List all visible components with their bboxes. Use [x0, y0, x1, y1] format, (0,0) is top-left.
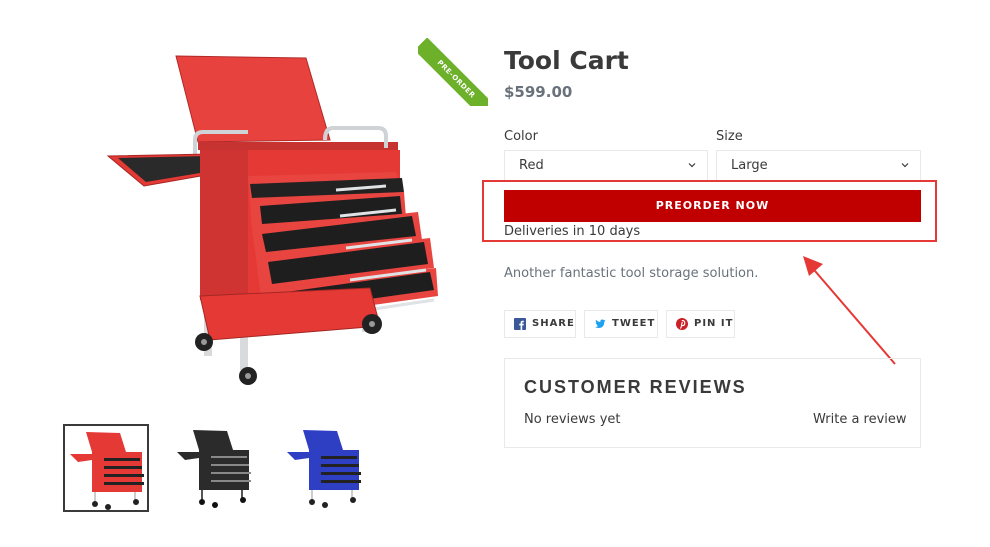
- share-facebook-label: SHARE: [532, 318, 575, 329]
- product-title: Tool Cart: [504, 46, 629, 75]
- thumbnail-blue-image: [287, 430, 361, 508]
- preorder-badge-label: PRE-ORDER: [418, 38, 488, 106]
- size-select[interactable]: Large: [716, 150, 921, 182]
- no-reviews-text: No reviews yet: [524, 412, 621, 427]
- thumbnail-black-image: [177, 430, 251, 508]
- thumbnail-black[interactable]: [172, 424, 258, 512]
- preorder-ribbon: PRE-ORDER: [418, 38, 488, 106]
- chevron-down-icon: [901, 163, 909, 168]
- share-facebook-button[interactable]: SHARE: [504, 310, 576, 338]
- share-twitter-button[interactable]: TWEET: [584, 310, 658, 338]
- size-select-value: Large: [731, 158, 768, 173]
- thumbnail-red-image: [70, 432, 144, 510]
- chevron-down-icon: [688, 163, 696, 168]
- share-twitter-label: TWEET: [612, 318, 656, 329]
- customer-reviews-panel: [504, 358, 921, 448]
- write-review-link[interactable]: Write a review: [813, 412, 907, 427]
- product-main-image[interactable]: [100, 44, 445, 400]
- annotation-highlight-box: [482, 180, 937, 242]
- color-select[interactable]: Red: [504, 150, 708, 182]
- annotation-arrow-icon: [803, 256, 896, 365]
- facebook-icon: [514, 318, 526, 330]
- product-description: Another fantastic tool storage solution.: [504, 266, 759, 281]
- thumbnail-red[interactable]: [63, 424, 149, 512]
- reviews-heading: CUSTOMER REVIEWS: [524, 377, 747, 397]
- share-pinterest-button[interactable]: PIN IT: [666, 310, 735, 338]
- color-select-value: Red: [519, 158, 544, 173]
- color-option-label: Color: [504, 129, 538, 144]
- share-pinterest-label: PIN IT: [694, 318, 734, 329]
- size-option-label: Size: [716, 129, 743, 144]
- thumbnail-blue[interactable]: [282, 424, 368, 512]
- twitter-icon: [595, 319, 606, 328]
- pinterest-icon: [676, 318, 688, 330]
- product-price: $599.00: [504, 83, 573, 101]
